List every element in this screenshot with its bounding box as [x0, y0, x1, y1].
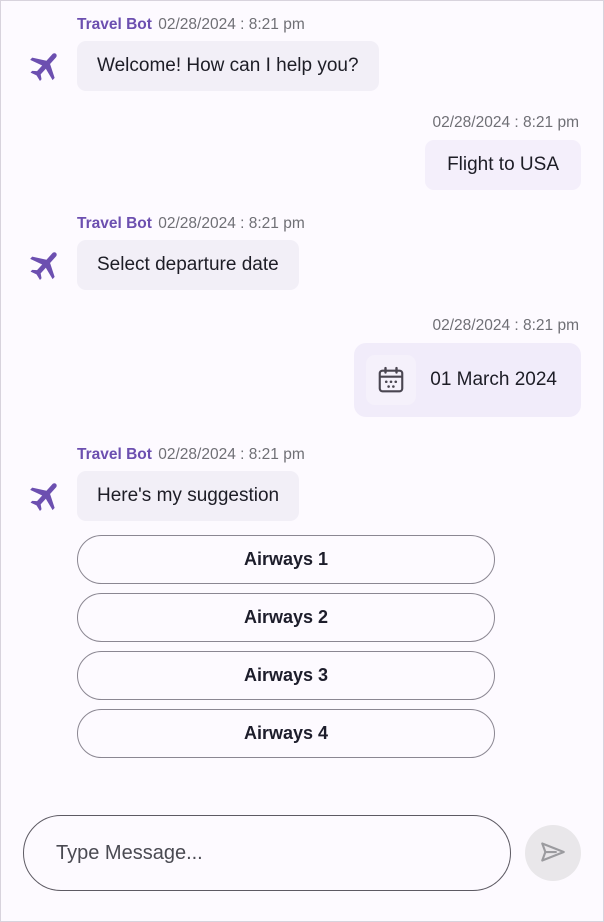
message-input[interactable]	[23, 815, 511, 891]
composer	[1, 815, 603, 921]
message-bot-welcome: Travel Bot 02/28/2024 : 8:21 pm Welcome!…	[23, 15, 581, 91]
bot-message-row: Select departure date	[23, 240, 581, 290]
bot-name-label: Travel Bot	[77, 215, 152, 232]
send-icon	[538, 837, 568, 870]
bot-message-row: Here's my suggestion	[23, 471, 581, 521]
airplane-icon	[23, 44, 67, 88]
bot-message-row: Welcome! How can I help you?	[23, 41, 581, 91]
bot-name-label: Travel Bot	[77, 446, 152, 463]
message-bubble: Here's my suggestion	[77, 471, 300, 521]
message-timestamp: 02/28/2024 : 8:21 pm	[153, 446, 305, 463]
option-button-airways-1[interactable]: Airways 1	[77, 535, 495, 584]
message-meta: Travel Bot 02/28/2024 : 8:21 pm	[77, 214, 581, 234]
airplane-icon	[23, 243, 67, 287]
option-button-airways-3[interactable]: Airways 3	[77, 651, 495, 700]
option-button-airways-4[interactable]: Airways 4	[77, 709, 495, 758]
calendar-icon	[366, 355, 417, 405]
message-bot-suggestion: Travel Bot 02/28/2024 : 8:21 pm Here's m…	[23, 445, 581, 758]
date-chip[interactable]: 01 March 2024	[354, 343, 581, 417]
option-button-airways-2[interactable]: Airways 2	[77, 593, 495, 642]
send-button[interactable]	[525, 825, 581, 881]
message-bubble: Flight to USA	[425, 140, 581, 190]
message-timestamp: 02/28/2024 : 8:21 pm	[153, 16, 305, 33]
message-bubble: Welcome! How can I help you?	[77, 41, 379, 91]
message-user-destination: 02/28/2024 : 8:21 pm Flight to USA	[23, 113, 581, 190]
message-timestamp: 02/28/2024 : 8:21 pm	[153, 215, 305, 232]
message-timestamp: 02/28/2024 : 8:21 pm	[432, 317, 579, 334]
date-chip-label: 01 March 2024	[430, 369, 557, 390]
message-meta: Travel Bot 02/28/2024 : 8:21 pm	[77, 15, 581, 35]
message-timestamp: 02/28/2024 : 8:21 pm	[432, 114, 579, 131]
message-bot-select-date: Travel Bot 02/28/2024 : 8:21 pm Select d…	[23, 214, 581, 290]
message-meta: Travel Bot 02/28/2024 : 8:21 pm	[77, 445, 581, 465]
airplane-icon	[23, 474, 67, 518]
message-user-departure-date: 02/28/2024 : 8:21 pm 01 March 2024	[23, 316, 581, 417]
message-bubble: Select departure date	[77, 240, 299, 290]
message-list: Travel Bot 02/28/2024 : 8:21 pm Welcome!…	[1, 1, 603, 815]
bot-name-label: Travel Bot	[77, 16, 152, 33]
airline-option-list: Airways 1 Airways 2 Airways 3 Airways 4	[77, 535, 581, 758]
chat-widget: Travel Bot 02/28/2024 : 8:21 pm Welcome!…	[0, 0, 604, 922]
